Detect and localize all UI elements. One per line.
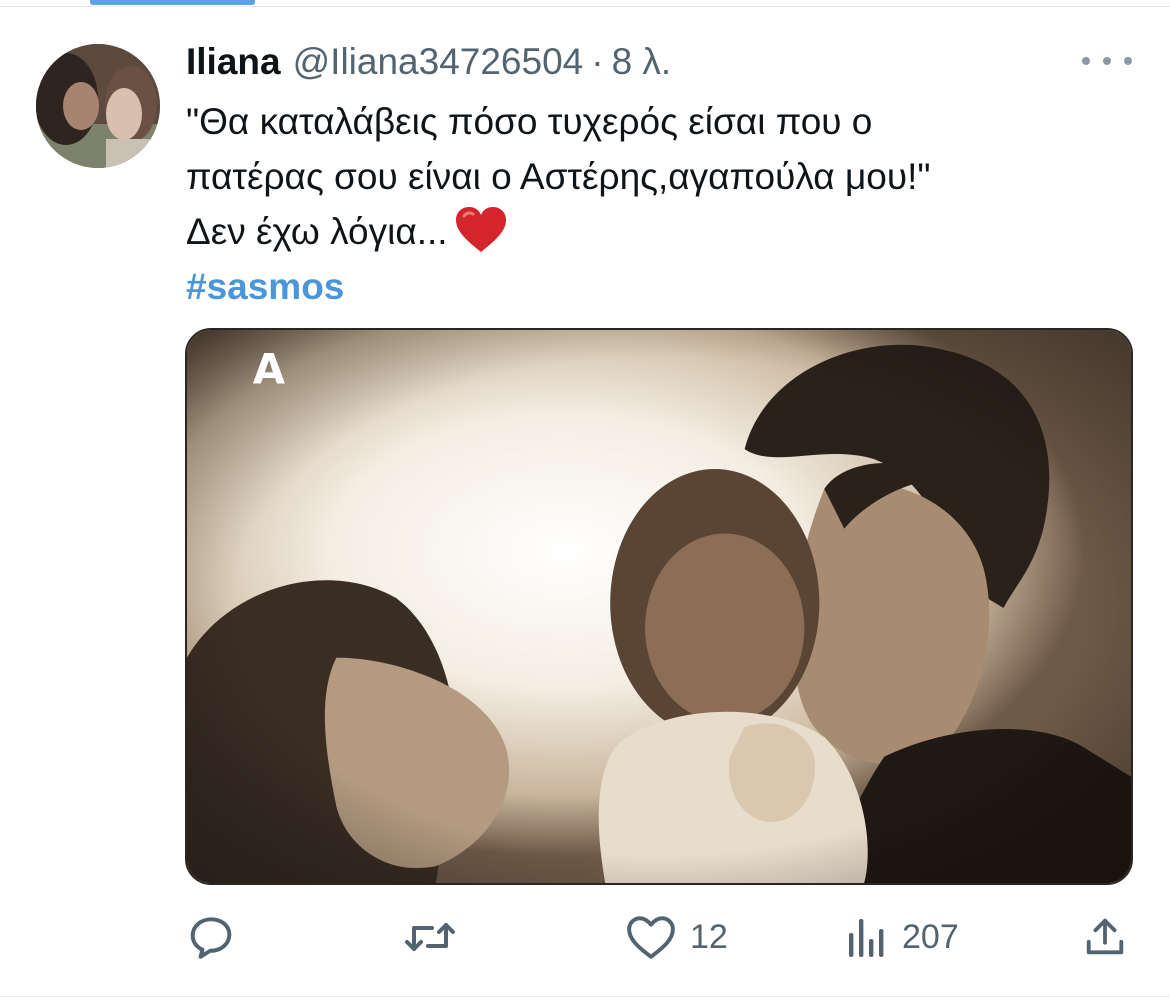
user-handle[interactable]: @Iliana34726504 <box>293 41 584 83</box>
photo-sepia-family: Α <box>187 330 1131 883</box>
bottom-divider <box>0 996 1170 997</box>
timestamp[interactable]: 8 λ. <box>612 41 672 83</box>
views-count: 207 <box>902 917 959 956</box>
more-dot <box>1124 57 1132 65</box>
avatar[interactable] <box>36 44 160 168</box>
display-name[interactable]: Iliana <box>186 41 281 83</box>
heart-emoji-icon <box>455 207 506 252</box>
tweet-media-image[interactable]: Α <box>185 328 1133 885</box>
views-icon <box>849 919 884 957</box>
retweet-icon <box>405 923 455 951</box>
separator-dot: · <box>591 41 604 82</box>
tweet-text-content: Δεν έχω λόγια... <box>186 211 448 252</box>
channel-logo: Α <box>253 345 286 394</box>
top-divider <box>0 6 1170 7</box>
views-button[interactable]: 207 <box>846 905 959 969</box>
tweet-text-line: Δεν έχω λόγια... <box>186 204 1116 259</box>
reply-icon <box>190 917 232 959</box>
more-options-icon[interactable] <box>1082 48 1132 74</box>
avatar-image <box>36 44 160 168</box>
tweet-text-line: "Θα καταλάβεις πόσο τυχερός είσαι που ο <box>186 101 873 142</box>
like-count: 12 <box>690 917 728 956</box>
more-dot <box>1082 57 1090 65</box>
more-dot <box>1103 57 1111 65</box>
tweet-text: "Θα καταλάβεις πόσο τυχερός είσαι που ο … <box>186 94 1116 314</box>
share-button[interactable] <box>1082 905 1128 969</box>
share-icon <box>1086 918 1124 955</box>
top-accent-bar <box>90 0 255 5</box>
reply-button[interactable] <box>186 905 236 969</box>
retweet-button[interactable] <box>402 905 458 969</box>
like-button[interactable]: 12 <box>626 905 728 969</box>
tweet-header: Iliana @Iliana34726504 · 8 λ. <box>186 38 671 86</box>
like-icon <box>627 916 675 959</box>
hashtag-link[interactable]: #sasmos <box>186 259 1116 314</box>
tweet-actions: 12 207 <box>186 905 1136 969</box>
tweet-text-line: πατέρας σου είναι ο Αστέρης,αγαπούλα μου… <box>186 156 931 197</box>
